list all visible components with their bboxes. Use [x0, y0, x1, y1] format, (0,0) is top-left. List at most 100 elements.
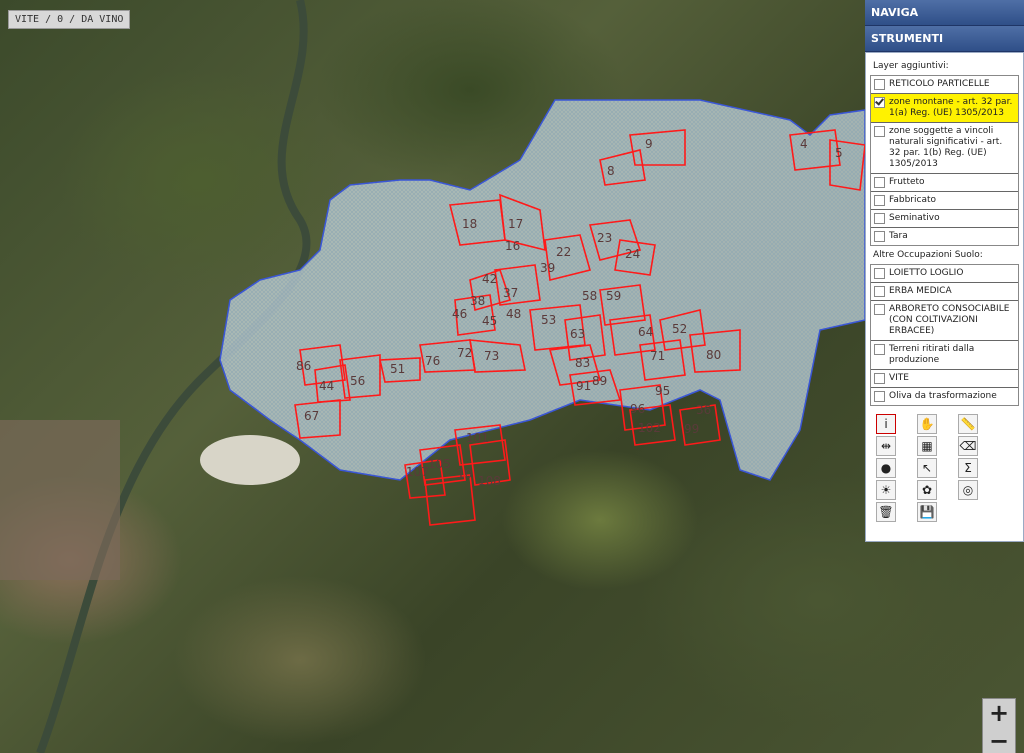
checkbox[interactable]: [874, 79, 885, 90]
parcel-label: 59: [606, 289, 621, 303]
parcel-label: 102: [638, 421, 661, 435]
parcel-label: 101: [466, 431, 489, 445]
occupation-label: Terreni ritirati dalla produzione: [889, 344, 975, 365]
delete-tool-icon[interactable]: 🗑: [876, 502, 896, 522]
layers-tool-icon[interactable]: ▦: [917, 436, 937, 456]
checkbox[interactable]: [874, 97, 885, 108]
flower-tool-icon[interactable]: ✿: [917, 480, 937, 500]
occupation-item[interactable]: Terreni ritirati dalla produzione: [871, 341, 1018, 370]
town-area: [0, 420, 120, 580]
parcel-label: 48: [506, 307, 521, 321]
layers-section-title: Layer aggiuntivi:: [873, 61, 949, 71]
parcel-label: 83: [575, 356, 590, 370]
zoom-out-button[interactable]: −: [983, 727, 1015, 753]
select-tool-icon[interactable]: ↖: [917, 458, 937, 478]
parcel-label: 18: [462, 217, 477, 231]
parcel-label: 95: [655, 384, 670, 398]
layer-label: Seminativo: [889, 213, 940, 223]
parcel-label: 52: [672, 322, 687, 336]
parcel-label: 16: [505, 239, 520, 253]
parcel-label: 96: [630, 402, 645, 416]
parcel-label: 63: [570, 327, 585, 341]
checkbox[interactable]: [874, 304, 885, 315]
layer-item[interactable]: Tara: [871, 228, 1018, 245]
parcel-label: 99: [684, 422, 699, 436]
checkbox[interactable]: [874, 195, 885, 206]
parcel-label: 4: [800, 137, 808, 151]
mountain-zone-polygon[interactable]: [219, 99, 866, 481]
parcel-label: 36: [696, 403, 711, 417]
checkbox[interactable]: [874, 344, 885, 355]
layer-label: zone soggette a vincoli naturali signifi…: [889, 126, 1003, 169]
parcel-label: 91: [576, 379, 591, 393]
pan-tool-icon[interactable]: ✋: [917, 414, 937, 434]
active-layer-badge: VITE / 0 / DA VINO: [8, 10, 131, 29]
parcel-label: 76: [425, 354, 440, 368]
checkbox[interactable]: [874, 126, 885, 137]
layer-item[interactable]: Frutteto: [871, 174, 1018, 192]
occupation-label: ERBA MEDICA: [889, 286, 952, 296]
occupation-label: Oliva da trasformazione: [889, 391, 997, 401]
parcel-label: 22: [556, 245, 571, 259]
occupation-item[interactable]: LOIETTO LOGLIO: [871, 265, 1018, 283]
layer-item[interactable]: RETICOLO PARTICELLE: [871, 76, 1018, 94]
strumenti-header[interactable]: STRUMENTI: [865, 26, 1024, 52]
layer-item[interactable]: Seminativo: [871, 210, 1018, 228]
parcel-label: 45: [482, 314, 497, 328]
target-tool-icon[interactable]: ◎: [958, 480, 978, 500]
checkbox[interactable]: [874, 177, 885, 188]
parcel-label: 24: [625, 247, 640, 261]
erase-tool-icon[interactable]: ⌫: [958, 436, 978, 456]
layer-label: Fabbricato: [889, 195, 936, 205]
parcel-label: 38: [470, 294, 485, 308]
occupation-item[interactable]: ERBA MEDICA: [871, 283, 1018, 301]
layer-item[interactable]: zone soggette a vincoli naturali signifi…: [871, 123, 1018, 174]
sum-tool-icon[interactable]: Σ: [958, 458, 978, 478]
occupations-section-title: Altre Occupazioni Suolo:: [873, 250, 983, 260]
occupation-item[interactable]: Oliva da trasformazione: [871, 388, 1018, 405]
checkbox[interactable]: [874, 286, 885, 297]
layer-label: zone montane - art. 32 par. 1(a) Reg. (U…: [889, 97, 1013, 118]
checkbox[interactable]: [874, 231, 885, 242]
occupation-item[interactable]: VITE: [871, 370, 1018, 388]
parcel-label: 86: [296, 359, 311, 373]
info-tool-icon[interactable]: i: [876, 414, 896, 434]
layer-item[interactable]: zone montane - art. 32 par. 1(a) Reg. (U…: [871, 94, 1018, 123]
parcel-label: 42: [482, 272, 497, 286]
zoom-in-button[interactable]: +: [983, 699, 1015, 727]
parcel-label: 56: [350, 374, 365, 388]
occupation-item[interactable]: ARBORETO CONSOCIABILE (CON COLTIVAZIONI …: [871, 301, 1018, 341]
checkbox[interactable]: [874, 391, 885, 402]
parcel-label: 44: [319, 379, 334, 393]
save-tool-icon[interactable]: 💾: [917, 502, 937, 522]
parcel-label: 71: [650, 349, 665, 363]
measure-tool-icon[interactable]: 📏: [958, 414, 978, 434]
occupations-list: LOIETTO LOGLIO ERBA MEDICA ARBORETO CONS…: [870, 264, 1019, 406]
checkbox[interactable]: [874, 373, 885, 384]
point-tool-icon[interactable]: ●: [876, 458, 896, 478]
layer-item[interactable]: Fabbricato: [871, 192, 1018, 210]
occupation-label: VITE: [889, 373, 909, 383]
occupation-label: ARBORETO CONSOCIABILE (CON COLTIVAZIONI …: [889, 304, 1010, 336]
layer-label: RETICOLO PARTICELLE: [889, 79, 990, 89]
naviga-header[interactable]: NAVIGA: [865, 0, 1024, 26]
layers-list: RETICOLO PARTICELLE zone montane - art. …: [870, 75, 1019, 246]
parcel-label: 89: [592, 374, 607, 388]
quarry-area: [200, 435, 300, 485]
split-tool-icon[interactable]: ⇹: [876, 436, 896, 456]
parcel-label: 73: [484, 349, 499, 363]
occupation-label: LOIETTO LOGLIO: [889, 268, 964, 278]
checkbox[interactable]: [874, 268, 885, 279]
parcel-label: 51: [390, 362, 405, 376]
checkbox[interactable]: [874, 213, 885, 224]
parcel-label: 80: [706, 348, 721, 362]
parcel-label: 10: [457, 467, 472, 481]
sun-tool-icon[interactable]: ☀: [876, 480, 896, 500]
parcel-label: 5: [835, 146, 843, 160]
zoom-control: + −: [982, 698, 1016, 753]
parcel-label: 23: [597, 231, 612, 245]
parcel-label: 17: [508, 217, 523, 231]
parcel-label: 46: [452, 307, 467, 321]
parcel-label: 67: [304, 409, 319, 423]
parcel-label: 107: [406, 465, 429, 479]
